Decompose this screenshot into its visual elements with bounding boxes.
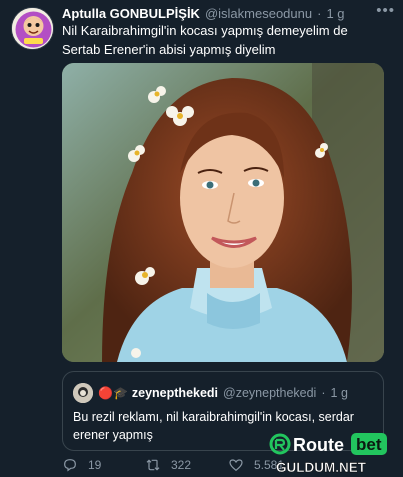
author-avatar[interactable] bbox=[11, 7, 54, 50]
reply-count: 19 bbox=[88, 458, 102, 472]
quoted-author-avatar[interactable] bbox=[73, 383, 93, 403]
author-handle[interactable]: @islakmeseodunu bbox=[205, 6, 312, 21]
watermark-logo: Route bet GULDUM.NET bbox=[269, 433, 387, 475]
watermark: Route bet GULDUM.NET bbox=[266, 431, 402, 477]
tweet-text: Nil Karaibrahimgil'in kocası yapmış deme… bbox=[62, 23, 348, 57]
tweet-timestamp[interactable]: 1 g bbox=[326, 6, 344, 21]
tweet-header: Aptulla GONBULPİŞİK @islakmeseodunu · 1 … bbox=[62, 4, 393, 22]
avatar-image bbox=[12, 8, 53, 49]
time-separator: · bbox=[317, 5, 322, 21]
watermark-site: GULDUM.NET bbox=[276, 460, 367, 475]
retweet-button[interactable]: 322 bbox=[145, 457, 191, 473]
quoted-tweet-header: 🔴🎓 zeynepthekedi @zeynepthekedi · 1 g bbox=[73, 383, 348, 403]
retweet-icon bbox=[146, 459, 160, 471]
quoted-author-display-name[interactable]: zeynepthekedi bbox=[132, 386, 218, 400]
reply-icon bbox=[64, 459, 76, 472]
tweet-photo[interactable] bbox=[62, 63, 384, 362]
quoted-author-emoji: 🔴🎓 bbox=[98, 386, 128, 400]
quoted-author-handle[interactable]: @zeynepthekedi bbox=[223, 386, 316, 400]
tweet: Aptulla GONBULPİŞİK @islakmeseodunu · 1 … bbox=[0, 0, 403, 477]
quoted-avatar-image bbox=[73, 383, 93, 403]
quoted-time-separator: · bbox=[321, 386, 326, 400]
quoted-tweet-timestamp[interactable]: 1 g bbox=[331, 386, 348, 400]
heart-icon bbox=[229, 459, 243, 472]
woman-with-flowers-photo bbox=[62, 63, 384, 362]
author-display-name[interactable]: Aptulla GONBULPİŞİK bbox=[62, 6, 200, 21]
watermark-brand: Route bbox=[293, 435, 344, 455]
retweet-count: 322 bbox=[171, 458, 192, 472]
reply-button[interactable]: 19 bbox=[62, 457, 101, 473]
more-options-icon[interactable]: ••• bbox=[376, 2, 395, 19]
watermark-brand-suffix: bet bbox=[356, 435, 382, 454]
